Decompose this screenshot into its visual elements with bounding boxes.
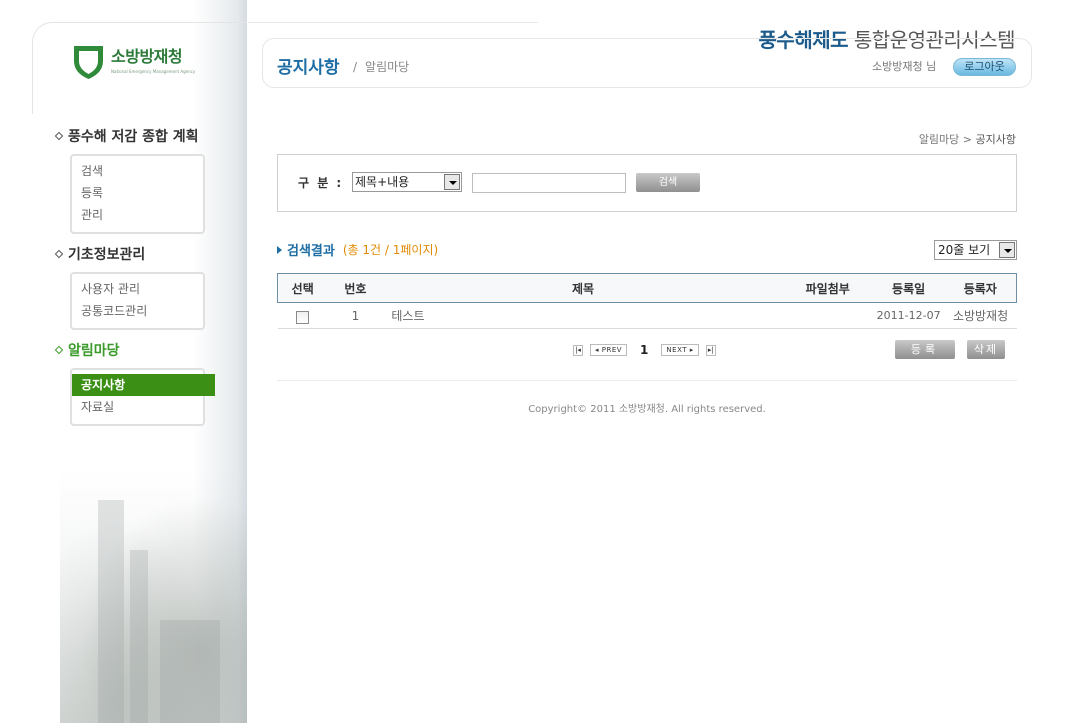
col-header-author: 등록자 (944, 273, 1017, 303)
col-header-title: 제목 (383, 273, 783, 303)
results-count: (총 1건 / 1페이지) (342, 243, 439, 257)
nav-item-code-manage[interactable]: 공통코드관리 (72, 300, 203, 322)
logo[interactable]: 소방방재청 National Emergency Management Agen… (72, 43, 195, 81)
breadcrumb-parent[interactable]: 알림마당 (919, 133, 959, 146)
chevron-down-icon[interactable] (999, 242, 1015, 258)
shield-logo-icon (74, 46, 103, 79)
page-subtitle: / 알림마당 (353, 60, 410, 74)
col-header-file: 파일첨부 (782, 273, 873, 303)
row-date: 2011-12-07 (872, 302, 945, 329)
nav-section-plan: 풍수해 저감 종합 계획 검색 등록 관리 (54, 126, 205, 234)
pagination: |◂ ◂ PREV 1 NEXT ▸ ▸| (573, 343, 716, 357)
search-category-label: 구 분 : (298, 176, 344, 190)
diamond-bullet-icon (54, 345, 64, 355)
register-button[interactable]: 등록 (895, 340, 955, 359)
row-author: 소방방재청 (944, 302, 1017, 329)
nav-heading-plan[interactable]: 풍수해 저감 종합 계획 (54, 126, 205, 146)
prev-page-button[interactable]: ◂ PREV (590, 344, 628, 356)
rows-per-page-select[interactable]: 20줄 보기 (934, 240, 1017, 260)
logo-subtitle: National Emergency Management Agency (111, 69, 196, 74)
row-select-checkbox[interactable] (295, 310, 309, 324)
search-keyword-input[interactable] (472, 173, 626, 193)
sidebar-background-photo (60, 470, 247, 723)
nav-heading-notice[interactable]: 알림마당 (54, 340, 205, 360)
nav-submenu-notice: 공지사항 자료실 (70, 368, 215, 426)
nav-item-manage[interactable]: 관리 (72, 204, 203, 226)
nav-item-register[interactable]: 등록 (72, 182, 203, 204)
row-file (782, 302, 873, 329)
next-page-button[interactable]: NEXT ▸ (661, 344, 699, 356)
nav-item-archive[interactable]: 자료실 (72, 396, 203, 418)
current-page[interactable]: 1 (640, 343, 648, 357)
nav-section-notice: 알림마당 공지사항 자료실 (54, 340, 215, 426)
search-category-select[interactable]: 제목+내용 (352, 172, 462, 192)
row-title-link[interactable]: 테스트 (383, 302, 783, 329)
col-header-select: 선택 (277, 273, 328, 303)
search-panel: 구 분 : 제목+내용 검색 (277, 154, 1017, 212)
logout-button[interactable]: 로그아웃 (953, 58, 1016, 76)
row-number: 1 (327, 302, 384, 329)
nav-submenu-basic-info: 사용자 관리 공통코드관리 (70, 272, 205, 330)
breadcrumb: 알림마당 > 공지사항 (918, 133, 1016, 146)
breadcrumb-current: 공지사항 (975, 133, 1016, 146)
user-name: 소방방재청 님 (872, 60, 937, 73)
nav-submenu-plan: 검색 등록 관리 (70, 154, 205, 234)
nav-item-search[interactable]: 검색 (72, 160, 203, 182)
col-header-date: 등록일 (872, 273, 945, 303)
nav-item-user-manage[interactable]: 사용자 관리 (72, 278, 203, 300)
delete-button[interactable]: 삭제 (967, 340, 1005, 359)
last-page-icon[interactable]: ▸| (705, 344, 716, 356)
table-row[interactable]: 1 테스트 2011-12-07 소방방재청 (277, 302, 1017, 329)
copyright: Copyright© 2011 소방방재청. All rights reserv… (528, 404, 766, 415)
nav-heading-basic-info[interactable]: 기초정보관리 (54, 244, 205, 264)
nav-section-basic-info: 기초정보관리 사용자 관리 공통코드관리 (54, 244, 205, 330)
nav-item-notice[interactable]: 공지사항 (72, 374, 215, 396)
logo-name: 소방방재청 (111, 47, 183, 66)
diamond-bullet-icon (54, 131, 64, 141)
col-header-number: 번호 (327, 273, 384, 303)
first-page-icon[interactable]: |◂ (573, 344, 583, 356)
triangle-bullet-icon (277, 245, 282, 254)
notice-table: 선택 번호 제목 파일첨부 등록일 등록자 1 테스트 2011-12-07 소… (277, 273, 1017, 329)
footer-divider (277, 380, 1017, 381)
page-title: 공지사항 (277, 58, 340, 78)
header-top-line (248, 22, 538, 23)
search-button[interactable]: 검색 (636, 173, 700, 192)
diamond-bullet-icon (54, 249, 64, 259)
chevron-down-icon[interactable] (444, 174, 460, 190)
results-heading: 검색결과 (총 1건 / 1페이지) (277, 240, 438, 259)
